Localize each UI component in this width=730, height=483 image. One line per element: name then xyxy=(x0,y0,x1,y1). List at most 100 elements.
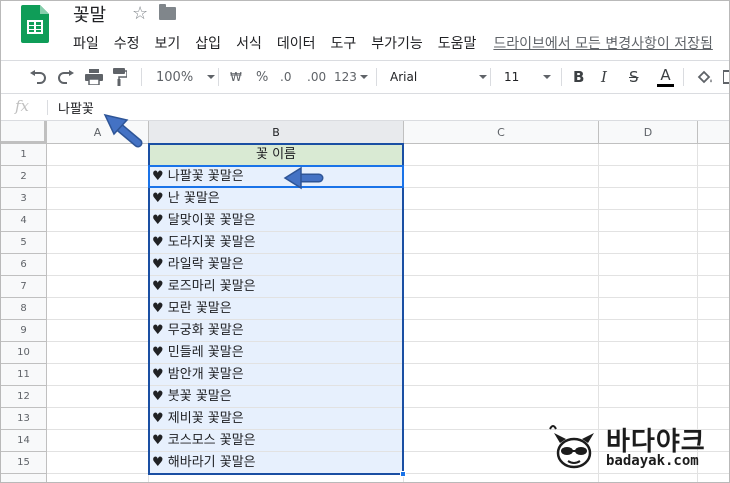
empty-cell[interactable] xyxy=(47,166,149,188)
zoom-select[interactable]: 100% xyxy=(156,61,216,93)
font-size-select[interactable]: 11 xyxy=(504,61,552,93)
empty-cell[interactable] xyxy=(698,298,729,320)
empty-cell[interactable] xyxy=(599,254,698,276)
empty-cell[interactable] xyxy=(698,166,729,188)
empty-cell[interactable] xyxy=(404,364,599,386)
empty-cell[interactable] xyxy=(698,144,729,166)
row-header[interactable]: 11 xyxy=(1,364,47,386)
data-cell[interactable]: ♥ 모란 꽃말은 xyxy=(149,298,404,320)
menu-file[interactable]: 파일 xyxy=(73,33,99,53)
empty-cell[interactable] xyxy=(698,210,729,232)
empty-cell[interactable] xyxy=(599,386,698,408)
row-header[interactable]: 14 xyxy=(1,430,47,452)
sheets-logo-icon[interactable] xyxy=(21,5,49,43)
row-header[interactable]: 8 xyxy=(1,298,47,320)
folder-icon[interactable] xyxy=(159,4,176,20)
star-icon[interactable]: ☆ xyxy=(132,3,148,24)
fill-handle[interactable] xyxy=(400,471,406,477)
increase-decimal-button[interactable]: .00 xyxy=(307,61,326,93)
text-color-button[interactable]: A xyxy=(657,61,674,93)
empty-cell[interactable] xyxy=(404,144,599,166)
empty-cell[interactable] xyxy=(599,320,698,342)
empty-cell[interactable] xyxy=(599,364,698,386)
empty-cell[interactable] xyxy=(47,320,149,342)
empty-cell[interactable] xyxy=(404,320,599,342)
menu-insert[interactable]: 삽입 xyxy=(195,33,221,53)
data-cell[interactable]: ♥ 민들레 꽃말은 xyxy=(149,342,404,364)
empty-cell[interactable] xyxy=(698,364,729,386)
data-cell[interactable]: ♥ 난 꽃말은 xyxy=(149,188,404,210)
empty-cell[interactable] xyxy=(47,386,149,408)
data-cell[interactable]: ♥ 밤안개 꽃말은 xyxy=(149,364,404,386)
font-family-select[interactable]: Arial xyxy=(390,61,488,93)
empty-cell[interactable] xyxy=(404,166,599,188)
column-header-e[interactable] xyxy=(698,121,729,144)
empty-cell[interactable] xyxy=(47,474,149,482)
bold-button[interactable]: B xyxy=(573,61,584,93)
data-cell[interactable]: ♥ 붓꽃 꽃말은 xyxy=(149,386,404,408)
data-cell[interactable]: ♥ 도라지꽃 꽃말은 xyxy=(149,232,404,254)
menu-addons[interactable]: 부가기능 xyxy=(371,33,423,53)
empty-cell[interactable] xyxy=(47,210,149,232)
column-header-b[interactable]: B xyxy=(149,121,404,144)
empty-cell[interactable] xyxy=(599,342,698,364)
empty-cell[interactable] xyxy=(404,298,599,320)
column-header-d[interactable]: D xyxy=(599,121,698,144)
empty-cell[interactable] xyxy=(404,276,599,298)
empty-cell[interactable] xyxy=(404,342,599,364)
empty-cell[interactable] xyxy=(47,276,149,298)
empty-cell[interactable] xyxy=(404,386,599,408)
empty-cell[interactable] xyxy=(698,276,729,298)
empty-cell[interactable] xyxy=(47,144,149,166)
row-header[interactable]: 12 xyxy=(1,386,47,408)
empty-cell[interactable] xyxy=(404,254,599,276)
empty-cell[interactable] xyxy=(698,342,729,364)
empty-cell[interactable] xyxy=(698,232,729,254)
empty-cell[interactable] xyxy=(698,254,729,276)
fill-color-icon[interactable] xyxy=(696,61,714,93)
menu-help[interactable]: 도움말 xyxy=(438,33,477,53)
paint-format-icon[interactable] xyxy=(113,61,127,93)
row-header[interactable]: 6 xyxy=(1,254,47,276)
currency-format-button[interactable]: ₩ xyxy=(230,61,242,93)
row-header[interactable]: 9 xyxy=(1,320,47,342)
empty-cell[interactable] xyxy=(47,232,149,254)
row-header[interactable]: 3 xyxy=(1,188,47,210)
empty-cell[interactable] xyxy=(149,474,404,482)
empty-cell[interactable] xyxy=(599,210,698,232)
italic-button[interactable]: I xyxy=(601,61,607,93)
column-header-a[interactable]: A xyxy=(47,121,149,144)
redo-icon[interactable] xyxy=(57,61,75,93)
undo-icon[interactable] xyxy=(29,61,47,93)
empty-cell[interactable] xyxy=(404,232,599,254)
menu-edit[interactable]: 수정 xyxy=(114,33,140,53)
header-cell[interactable]: 꽃 이름 xyxy=(149,144,404,166)
borders-icon[interactable] xyxy=(723,61,729,93)
last-save-status[interactable]: 드라이브에서 모든 변경사항이 저장됨 xyxy=(493,33,712,53)
empty-cell[interactable] xyxy=(599,166,698,188)
empty-cell[interactable] xyxy=(599,188,698,210)
empty-cell[interactable] xyxy=(599,232,698,254)
data-cell[interactable]: ♥ 제비꽃 꽃말은 xyxy=(149,408,404,430)
row-header[interactable]: 7 xyxy=(1,276,47,298)
decrease-decimal-button[interactable]: .0 xyxy=(280,61,291,93)
row-header[interactable]: 5 xyxy=(1,232,47,254)
empty-cell[interactable] xyxy=(47,254,149,276)
empty-cell[interactable] xyxy=(698,188,729,210)
formula-input[interactable]: 나팔꽃 xyxy=(58,98,94,117)
row-header[interactable]: 4 xyxy=(1,210,47,232)
select-all-corner[interactable] xyxy=(1,121,47,144)
empty-cell[interactable] xyxy=(47,342,149,364)
menu-format[interactable]: 서식 xyxy=(236,33,262,53)
menu-data[interactable]: 데이터 xyxy=(277,33,316,53)
strikethrough-button[interactable]: S xyxy=(629,61,639,93)
column-header-c[interactable]: C xyxy=(404,121,599,144)
row-header[interactable]: 13 xyxy=(1,408,47,430)
print-icon[interactable] xyxy=(85,61,103,93)
document-title[interactable]: 꽃말 xyxy=(73,1,106,27)
row-header[interactable]: 1 xyxy=(1,144,47,166)
data-cell[interactable]: ♥ 라일락 꽃말은 xyxy=(149,254,404,276)
data-cell[interactable]: ♥ 해바라기 꽃말은 xyxy=(149,452,404,474)
data-cell[interactable]: ♥ 무궁화 꽃말은 xyxy=(149,320,404,342)
row-header[interactable] xyxy=(1,474,47,482)
